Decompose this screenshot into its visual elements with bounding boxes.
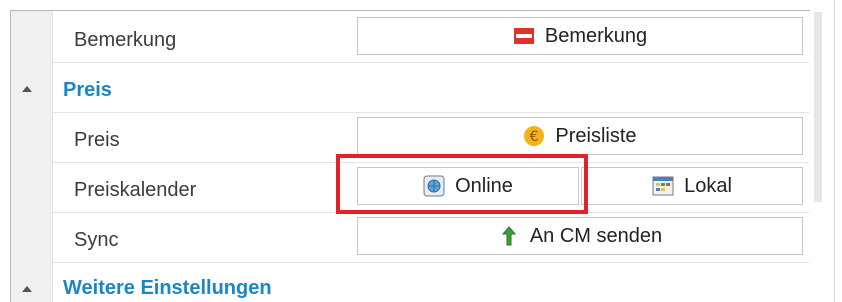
calendar-grid-icon (652, 175, 674, 197)
bemerkung-button[interactable]: Bemerkung (357, 17, 803, 55)
row-divider (53, 62, 809, 63)
bemerkung-button-label: Bemerkung (544, 24, 648, 47)
green-up-arrow-icon (498, 225, 520, 247)
row-divider (53, 212, 809, 213)
bemerkung-label: Bemerkung (74, 29, 177, 51)
weitere-einstellungen-section-title[interactable]: Weitere Einstellungen (63, 276, 272, 300)
an-cm-senden-button-label: An CM senden (529, 224, 663, 247)
row-divider (53, 262, 809, 263)
preisliste-button-label: Preisliste (555, 124, 637, 147)
preis-section-title[interactable]: Preis (63, 78, 112, 102)
globe-calendar-icon (423, 175, 445, 197)
panel-edge (834, 0, 835, 302)
svg-text:€: € (530, 129, 539, 145)
scrollbar-thumb[interactable] (814, 12, 822, 202)
lokal-button[interactable]: Lokal (581, 167, 803, 205)
row-divider (53, 112, 809, 113)
grid-gutter (11, 11, 53, 302)
note-icon (513, 25, 535, 47)
preisliste-button[interactable]: € Preisliste (357, 117, 803, 155)
weitere-einstellungen-collapse-icon[interactable] (22, 286, 32, 292)
preiskalender-label: Preiskalender (74, 179, 197, 201)
an-cm-senden-button[interactable]: An CM senden (357, 217, 803, 255)
online-button[interactable]: Online (357, 167, 579, 205)
preis-collapse-icon[interactable] (22, 86, 32, 92)
preis-label: Preis (74, 129, 120, 151)
row-divider (53, 162, 809, 163)
euro-coin-icon: € (523, 125, 545, 147)
lokal-button-label: Lokal (684, 174, 732, 197)
sync-label: Sync (74, 229, 119, 251)
online-button-label: Online (455, 174, 513, 197)
